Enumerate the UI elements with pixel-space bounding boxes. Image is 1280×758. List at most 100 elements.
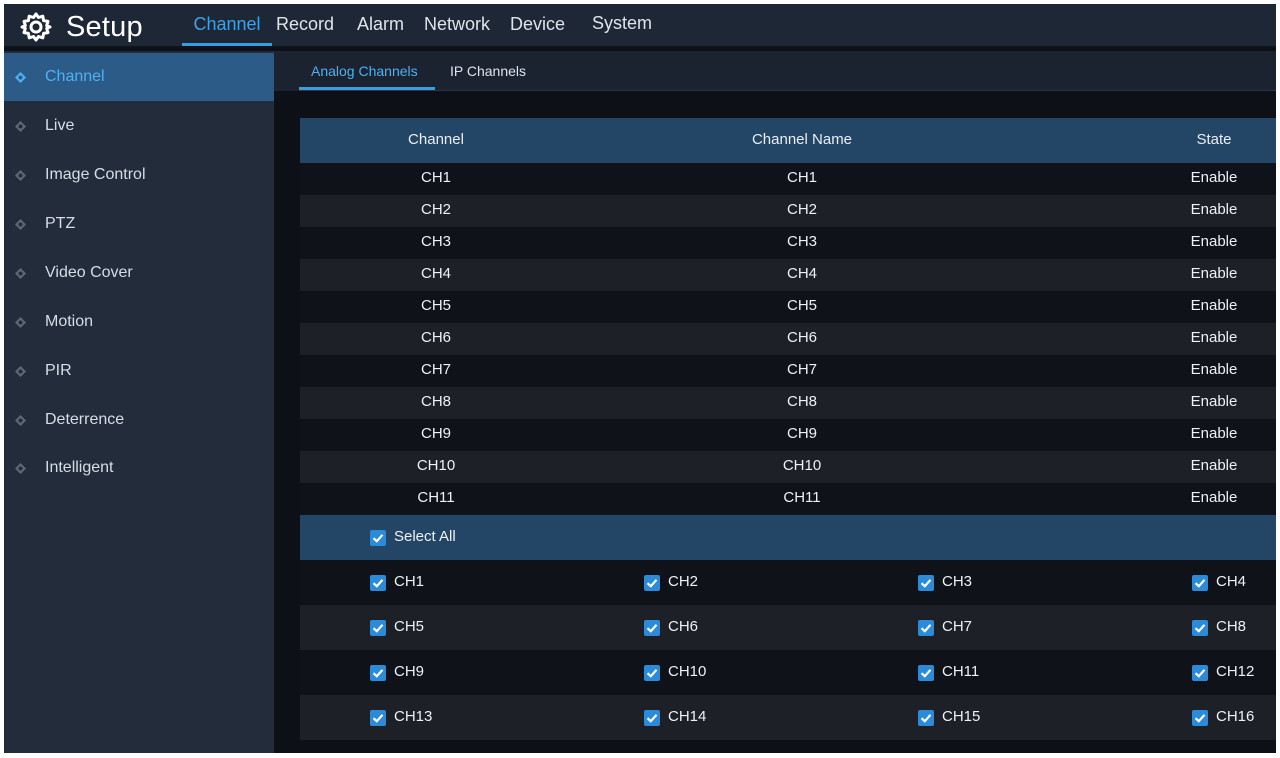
- checkbox-checked-icon: [1192, 665, 1208, 681]
- cell-channel-name: CH6: [786, 329, 818, 346]
- table-row[interactable]: CH3 CH3 Enable: [300, 227, 1276, 259]
- tab-system[interactable]: System: [592, 4, 672, 48]
- cell-channel-name: CH3: [786, 233, 818, 250]
- cell-channel-name: CH1: [786, 169, 818, 186]
- cell-channel: CH4: [420, 265, 452, 282]
- table-row[interactable]: CH5 CH5 Enable: [300, 291, 1276, 323]
- table-row[interactable]: CH7 CH7 Enable: [300, 355, 1276, 387]
- bullet-icon: [15, 414, 26, 426]
- cell-channel: CH9: [420, 425, 452, 442]
- bullet-icon: [15, 316, 26, 328]
- table-row[interactable]: CH6 CH6 Enable: [300, 323, 1276, 355]
- tab-channel[interactable]: Channel: [182, 4, 272, 48]
- sidebar-item-motion[interactable]: Motion: [4, 298, 274, 346]
- table-row[interactable]: CH9 CH9 Enable: [300, 419, 1276, 451]
- cell-channel: CH5: [420, 297, 452, 314]
- cell-channel-name: CH2: [786, 201, 818, 218]
- cell-channel: CH7: [420, 361, 452, 378]
- checkbox-checked-icon: [644, 710, 660, 726]
- checkbox-checked-icon: [644, 665, 660, 681]
- checkbox-label: CH10: [668, 663, 707, 680]
- sidebar-item-image-control[interactable]: Image Control: [4, 151, 274, 199]
- cell-state: Enable: [1190, 329, 1238, 346]
- checkbox-label: CH2: [668, 573, 699, 590]
- cell-state: Enable: [1190, 393, 1238, 410]
- bullet-icon: [15, 218, 26, 230]
- checkbox-label: CH15: [942, 708, 981, 725]
- column-header-channel: Channel: [408, 131, 464, 148]
- select-all-label: Select All: [394, 528, 456, 545]
- bullet-icon: [15, 169, 26, 181]
- checkbox-checked-icon: [1192, 620, 1208, 636]
- main-content: Analog Channels IP Channels Channel Chan…: [274, 51, 1276, 753]
- tab-network[interactable]: Network: [424, 4, 510, 48]
- checkbox-label: CH7: [942, 618, 973, 635]
- tab-record[interactable]: Record: [272, 4, 354, 48]
- sidebar-item-channel[interactable]: Channel: [4, 53, 274, 101]
- top-menu-bar: Setup Channel Record Alarm Network Devic…: [4, 4, 1276, 48]
- checkbox-checked-icon: [644, 620, 660, 636]
- checkbox-label: CH9: [394, 663, 425, 680]
- cell-channel: CH10: [416, 457, 456, 474]
- sidebar-item-label: Motion: [45, 313, 94, 330]
- cell-channel: CH6: [420, 329, 452, 346]
- checkbox-checked-icon: [918, 620, 934, 636]
- sidebar-item-pir[interactable]: PIR: [4, 347, 274, 395]
- cell-channel-name: CH10: [782, 457, 822, 474]
- checkbox-label: CH1: [394, 573, 425, 590]
- table-row[interactable]: CH4 CH4 Enable: [300, 259, 1276, 291]
- cell-channel-name: CH4: [786, 265, 818, 282]
- checkbox-checked-icon: [370, 530, 386, 546]
- table-body: CH1 CH1 Enable CH2 CH2 Enable CH3 CH3 Enable CH4 C…: [300, 163, 1276, 515]
- checkbox-checked-icon: [1192, 575, 1208, 591]
- table-row[interactable]: CH10 CH10 Enable: [300, 451, 1276, 483]
- sidebar-item-live[interactable]: Live: [4, 102, 274, 150]
- sidebar-item-ptz[interactable]: PTZ: [4, 200, 274, 248]
- select-all-row: Select All: [300, 515, 1276, 560]
- table-row[interactable]: CH8 CH8 Enable: [300, 387, 1276, 419]
- sidebar-item-label: Deterrence: [45, 411, 125, 428]
- tab-alarm[interactable]: Alarm: [354, 4, 424, 48]
- column-header-channel-name: Channel Name: [751, 131, 853, 148]
- checkbox-label: CH5: [394, 618, 425, 635]
- table-row[interactable]: CH1 CH1 Enable: [300, 163, 1276, 195]
- sub-tabs: Analog Channels IP Channels: [274, 51, 1276, 91]
- cell-state: Enable: [1190, 297, 1238, 314]
- sidebar-item-label: PIR: [45, 362, 72, 379]
- sidebar-item-label: PTZ: [45, 215, 76, 232]
- checkbox-row: CH13 CH14 CH15 CH16: [300, 695, 1276, 740]
- cell-channel-name: CH11: [783, 489, 821, 506]
- top-tabs: Channel Record Alarm Network Device Syst…: [182, 4, 672, 48]
- checkbox-label: CH4: [1216, 573, 1247, 590]
- table-row[interactable]: CH11 CH11 Enable: [300, 483, 1276, 515]
- checkbox-checked-icon: [370, 620, 386, 636]
- sidebar-item-label: Image Control: [45, 166, 146, 183]
- cell-channel: CH3: [420, 233, 452, 250]
- tab-ip-channels[interactable]: IP Channels: [450, 63, 526, 79]
- tab-device[interactable]: Device: [510, 4, 592, 48]
- checkbox-row: CH9 CH10 CH11 CH12: [300, 650, 1276, 695]
- checkbox-checked-icon: [644, 575, 660, 591]
- checkbox-label: CH3: [942, 573, 973, 590]
- checkbox-label: CH14: [668, 708, 707, 725]
- app-brand: Setup: [20, 8, 143, 46]
- channel-checkbox-grid: CH1 CH2 CH3 CH4 CH5 CH6 CH7 CH8 CH9 CH10 CH11 CH12 C…: [300, 560, 1276, 740]
- table-row[interactable]: CH2 CH2 Enable: [300, 195, 1276, 227]
- tab-analog-channels[interactable]: Analog Channels: [311, 63, 418, 79]
- checkbox-checked-icon: [370, 665, 386, 681]
- checkbox-checked-icon: [918, 575, 934, 591]
- sidebar: Channel Live Image Control PTZ Video Cov…: [4, 51, 274, 753]
- cell-channel-name: CH8: [786, 393, 818, 410]
- cell-state: Enable: [1190, 265, 1238, 282]
- checkbox-label: CH11: [942, 663, 980, 680]
- cell-state: Enable: [1190, 489, 1238, 506]
- cell-state: Enable: [1190, 457, 1238, 474]
- cell-channel: CH11: [417, 489, 455, 506]
- sidebar-item-deterrence[interactable]: Deterrence: [4, 396, 274, 444]
- checkbox-row: CH5 CH6 CH7 CH8: [300, 605, 1276, 650]
- sidebar-item-video-cover[interactable]: Video Cover: [4, 249, 274, 297]
- page-title: Setup: [66, 10, 143, 43]
- checkbox-row: CH1 CH2 CH3 CH4: [300, 560, 1276, 605]
- sidebar-item-intelligent[interactable]: Intelligent: [4, 444, 274, 492]
- table-header: Channel Channel Name State: [300, 118, 1276, 163]
